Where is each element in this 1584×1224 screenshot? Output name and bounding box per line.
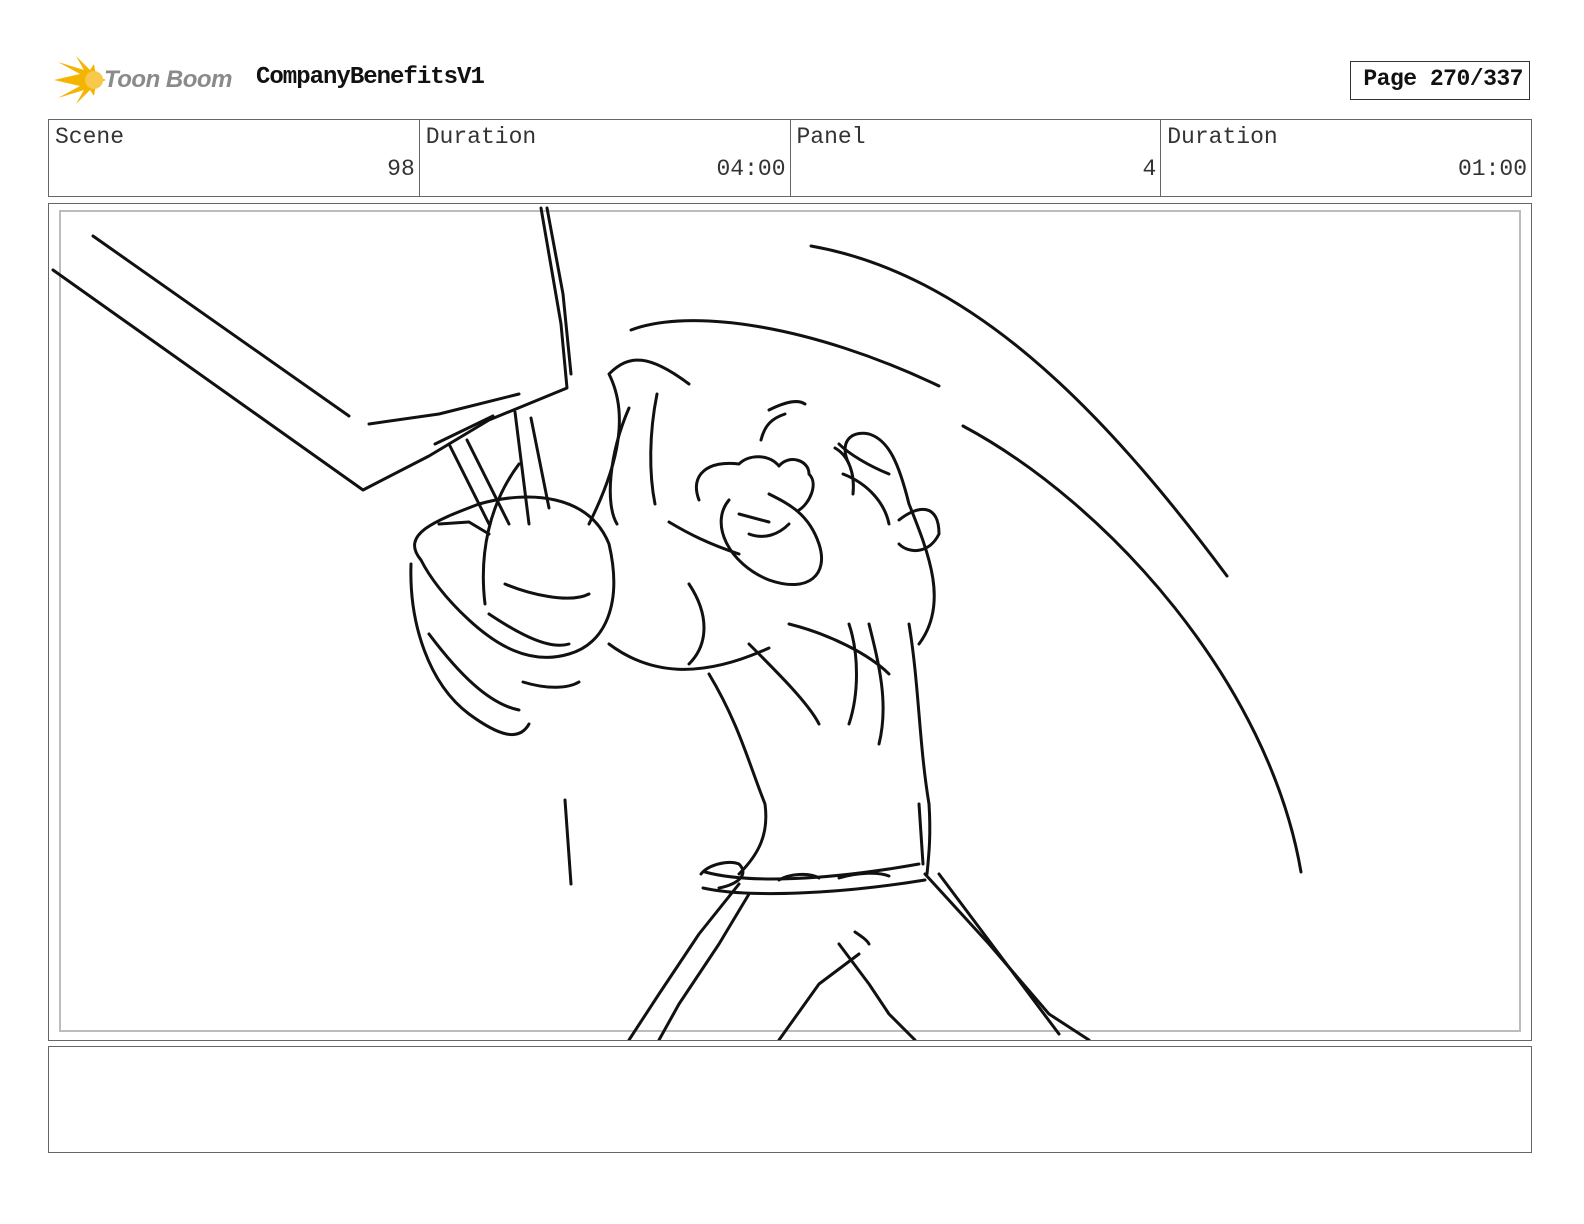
panel-cell: Panel 4 bbox=[791, 120, 1162, 196]
scene-info-table: Scene 98 Duration 04:00 Panel 4 Duration… bbox=[48, 119, 1532, 197]
panel-duration-value: 01:00 bbox=[1457, 156, 1527, 182]
panel-label: Panel bbox=[796, 124, 866, 150]
storyboard-sketch bbox=[51, 206, 1303, 1040]
panel-duration-cell: Duration 01:00 bbox=[1161, 120, 1531, 196]
page-number: Page 270/337 bbox=[1363, 66, 1523, 92]
sun-burst-icon bbox=[54, 56, 106, 104]
panel-notes bbox=[48, 1046, 1532, 1153]
scene-value: 98 bbox=[387, 156, 415, 182]
storyboard-panel bbox=[48, 203, 1532, 1041]
project-title: CompanyBenefitsV1 bbox=[256, 64, 485, 91]
toon-boom-logo: Toon Boom bbox=[50, 54, 240, 108]
scene-duration-label: Duration bbox=[425, 124, 537, 150]
panel-duration-label: Duration bbox=[1167, 124, 1278, 150]
page-indicator: Page 270/337 bbox=[1350, 61, 1530, 100]
scene-duration-value: 04:00 bbox=[716, 156, 786, 182]
logo-text: Toon Boom bbox=[104, 66, 232, 93]
panel-value: 4 bbox=[1142, 156, 1157, 182]
scene-duration-cell: Duration 04:00 bbox=[420, 120, 791, 196]
scene-cell: Scene 98 bbox=[49, 120, 420, 196]
scene-label: Scene bbox=[55, 124, 125, 150]
